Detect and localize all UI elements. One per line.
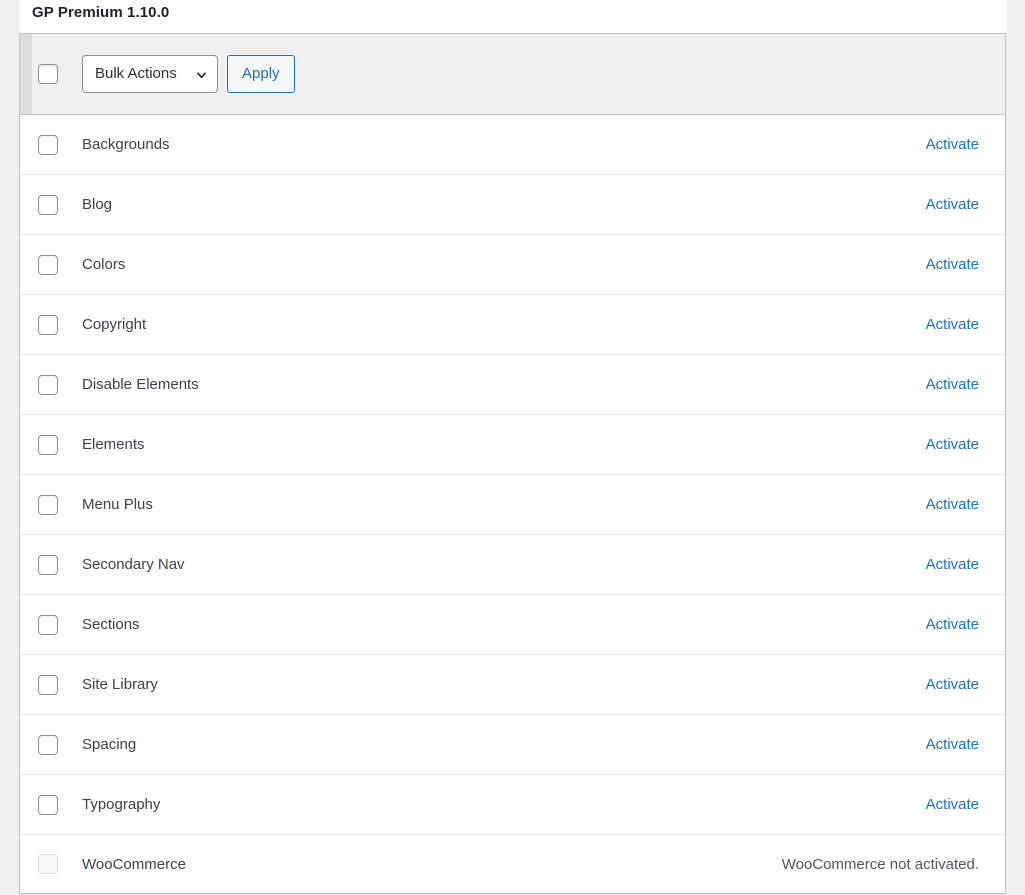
- row-checkbox[interactable]: [38, 254, 58, 275]
- activate-link[interactable]: Activate: [926, 676, 979, 693]
- row-checkbox[interactable]: [38, 794, 58, 815]
- module-rows: Backgrounds Activate Blog Activate Colors Act…: [20, 115, 1005, 893]
- row-checkbox[interactable]: [38, 134, 58, 155]
- module-action-cell: Activate: [926, 556, 1005, 573]
- table-row: Sections Activate: [20, 595, 1005, 655]
- table-row: Disable Elements Activate: [20, 355, 1005, 415]
- activate-link[interactable]: Activate: [926, 316, 979, 333]
- bulk-actions-select-value: Bulk Actions: [95, 65, 177, 82]
- row-checkbox-cell: [20, 434, 82, 455]
- module-action-cell: Activate: [926, 316, 1005, 333]
- row-checkbox-cell: [20, 494, 82, 515]
- activate-link[interactable]: Activate: [926, 136, 979, 153]
- module-action-cell: Activate: [926, 136, 1005, 153]
- row-checkbox[interactable]: [38, 734, 58, 755]
- row-checkbox[interactable]: [38, 494, 58, 515]
- table-row: Colors Activate: [20, 235, 1005, 295]
- select-all-cell: [20, 64, 82, 84]
- page-title: GP Premium 1.10.0: [32, 4, 170, 21]
- module-name: Copyright: [82, 316, 147, 333]
- bulk-actions-bar: Bulk Actions Apply: [20, 34, 1005, 115]
- table-row: Blog Activate: [20, 175, 1005, 235]
- activate-link[interactable]: Activate: [926, 376, 979, 393]
- row-checkbox[interactable]: [38, 374, 58, 395]
- row-checkbox[interactable]: [38, 194, 58, 215]
- row-checkbox-cell: [20, 374, 82, 395]
- apply-button[interactable]: Apply: [227, 55, 295, 93]
- module-action-cell: Activate: [926, 676, 1005, 693]
- module-name: Backgrounds: [82, 136, 170, 153]
- module-name: WooCommerce: [82, 855, 186, 873]
- module-name: Typography: [82, 796, 161, 813]
- row-checkbox-cell: [20, 194, 82, 215]
- modules-table: Bulk Actions Apply Backgrounds Activate Bl…: [19, 33, 1006, 894]
- module-name: Disable Elements: [82, 376, 199, 393]
- row-checkbox[interactable]: [38, 314, 58, 335]
- module-action-cell: Activate: [926, 436, 1005, 453]
- table-row: Typography Activate: [20, 775, 1005, 835]
- module-action-cell: Activate: [926, 496, 1005, 513]
- module-name: Site Library: [82, 676, 158, 693]
- table-row: Copyright Activate: [20, 295, 1005, 355]
- module-action-cell: Activate: [926, 616, 1005, 633]
- activate-link[interactable]: Activate: [926, 556, 979, 573]
- bulk-actions-select[interactable]: Bulk Actions: [82, 55, 218, 93]
- row-checkbox-cell: [20, 254, 82, 275]
- activate-link[interactable]: Activate: [926, 796, 979, 813]
- activate-link[interactable]: Activate: [926, 196, 979, 213]
- table-row: WooCommerce WooCommerce not activated.: [20, 835, 1005, 893]
- row-checkbox[interactable]: [38, 554, 58, 575]
- module-action-cell: Activate: [926, 796, 1005, 813]
- activate-link[interactable]: Activate: [926, 436, 979, 453]
- module-action-cell: Activate: [926, 196, 1005, 213]
- row-checkbox-cell: [20, 614, 82, 635]
- activate-link[interactable]: Activate: [926, 616, 979, 633]
- page-header: GP Premium 1.10.0: [19, 0, 1007, 33]
- row-checkbox-cell: [20, 314, 82, 335]
- module-name: Spacing: [82, 736, 137, 753]
- table-row: Backgrounds Activate: [20, 115, 1005, 175]
- chevron-down-icon: [197, 72, 206, 79]
- table-row: Secondary Nav Activate: [20, 535, 1005, 595]
- row-checkbox-cell: [20, 554, 82, 575]
- module-name: Colors: [82, 256, 126, 273]
- table-row: Elements Activate: [20, 415, 1005, 475]
- module-name: Elements: [82, 436, 145, 453]
- module-action-cell: Activate: [926, 256, 1005, 273]
- row-checkbox-cell: [20, 674, 82, 695]
- select-all-checkbox[interactable]: [38, 64, 58, 84]
- activate-link[interactable]: Activate: [926, 496, 979, 513]
- table-row: Site Library Activate: [20, 655, 1005, 715]
- table-row: Menu Plus Activate: [20, 475, 1005, 535]
- row-checkbox-cell: [20, 794, 82, 815]
- module-name: Sections: [82, 616, 140, 633]
- module-name: Blog: [82, 196, 113, 213]
- module-name: Menu Plus: [82, 496, 153, 513]
- row-checkbox-cell: [20, 134, 82, 155]
- row-checkbox[interactable]: [38, 674, 58, 695]
- row-checkbox[interactable]: [38, 434, 58, 455]
- admin-page: GP Premium 1.10.0 Bulk Actions Apply Bac…: [19, 0, 1007, 895]
- table-row: Spacing Activate: [20, 715, 1005, 775]
- activate-link[interactable]: Activate: [926, 256, 979, 273]
- module-action-cell: Activate: [926, 376, 1005, 393]
- row-checkbox-cell: [20, 734, 82, 755]
- row-checkbox-cell: [20, 854, 82, 874]
- row-checkbox: [38, 854, 58, 874]
- row-checkbox[interactable]: [38, 614, 58, 635]
- module-status-text: WooCommerce not activated.: [781, 855, 979, 873]
- module-name: Secondary Nav: [82, 556, 185, 573]
- module-action-cell: Activate: [926, 736, 1005, 753]
- activate-link[interactable]: Activate: [926, 736, 979, 753]
- module-action-cell: WooCommerce not activated.: [782, 856, 1005, 873]
